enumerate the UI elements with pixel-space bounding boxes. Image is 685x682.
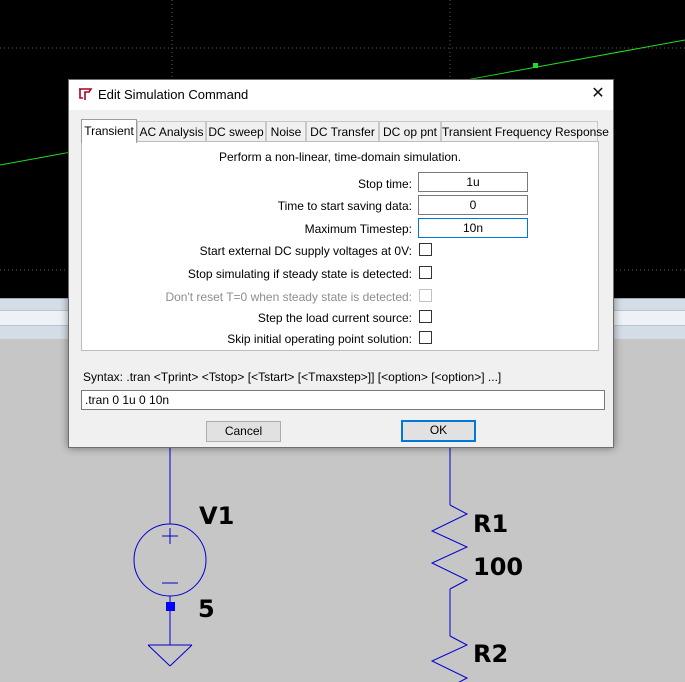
max-timestep-label: Maximum Timestep: — [304, 222, 412, 236]
tab-transient[interactable]: Transient — [81, 119, 137, 143]
tab-noise[interactable]: Noise — [266, 121, 306, 141]
tab-dc-op-pnt[interactable]: DC op pnt — [379, 121, 441, 141]
resistor1-value-label[interactable]: 100 — [473, 555, 523, 579]
close-button[interactable]: ✕ — [583, 80, 613, 110]
tab-dc-sweep[interactable]: DC sweep — [206, 121, 266, 141]
option-checkbox-external-dc[interactable] — [419, 243, 432, 256]
tab-transient-frequency-response[interactable]: Transient Frequency Response — [441, 121, 609, 141]
resistor1-name-label[interactable]: R1 — [473, 512, 508, 536]
option-label-step-load: Step the load current source: — [257, 311, 412, 325]
cancel-button[interactable]: Cancel — [206, 421, 281, 442]
stop-time-field[interactable] — [418, 172, 528, 192]
command-input[interactable] — [81, 390, 605, 410]
ok-button[interactable]: OK — [401, 420, 476, 442]
stop-time-label: Stop time: — [357, 177, 412, 191]
close-icon: ✕ — [591, 85, 605, 102]
dialog-titlebar[interactable]: Edit Simulation Command ✕ — [69, 80, 613, 110]
transient-tab-panel: Perform a non-linear, time-domain simula… — [81, 141, 599, 351]
tab-ac-analysis[interactable]: AC Analysis — [137, 121, 206, 141]
source-value-label[interactable]: 5 — [198, 597, 215, 621]
source-node-marker — [166, 602, 175, 611]
max-timestep-field[interactable] — [418, 218, 528, 238]
tab-dc-transfer[interactable]: DC Transfer — [306, 121, 379, 141]
edit-simulation-command-dialog: Edit Simulation Command ✕ Transient AC A… — [68, 79, 614, 448]
start-saving-label: Time to start saving data: — [277, 199, 412, 213]
resistor2-name-label[interactable]: R2 — [473, 642, 508, 666]
option-checkbox-step-load[interactable] — [419, 310, 432, 323]
option-label-skip-op: Skip initial operating point solution: — [227, 332, 412, 346]
tab-description: Perform a non-linear, time-domain simula… — [218, 150, 462, 164]
option-label-dont-reset: Don't reset T=0 when steady state is det… — [165, 290, 412, 304]
option-label-steady-state: Stop simulating if steady state is detec… — [187, 267, 412, 281]
option-checkbox-steady-state[interactable] — [419, 266, 432, 279]
dialog-title: Edit Simulation Command — [98, 87, 249, 102]
option-checkbox-skip-op[interactable] — [419, 331, 432, 344]
syntax-hint: Syntax: .tran <Tprint> <Tstop> [<Tstart>… — [83, 370, 502, 384]
ltspice-app-icon — [79, 88, 93, 100]
source-name-label[interactable]: V1 — [199, 504, 234, 528]
option-checkbox-dont-reset — [419, 289, 432, 302]
option-label-external-dc: Start external DC supply voltages at 0V: — [199, 244, 412, 258]
start-saving-field[interactable] — [418, 195, 528, 215]
